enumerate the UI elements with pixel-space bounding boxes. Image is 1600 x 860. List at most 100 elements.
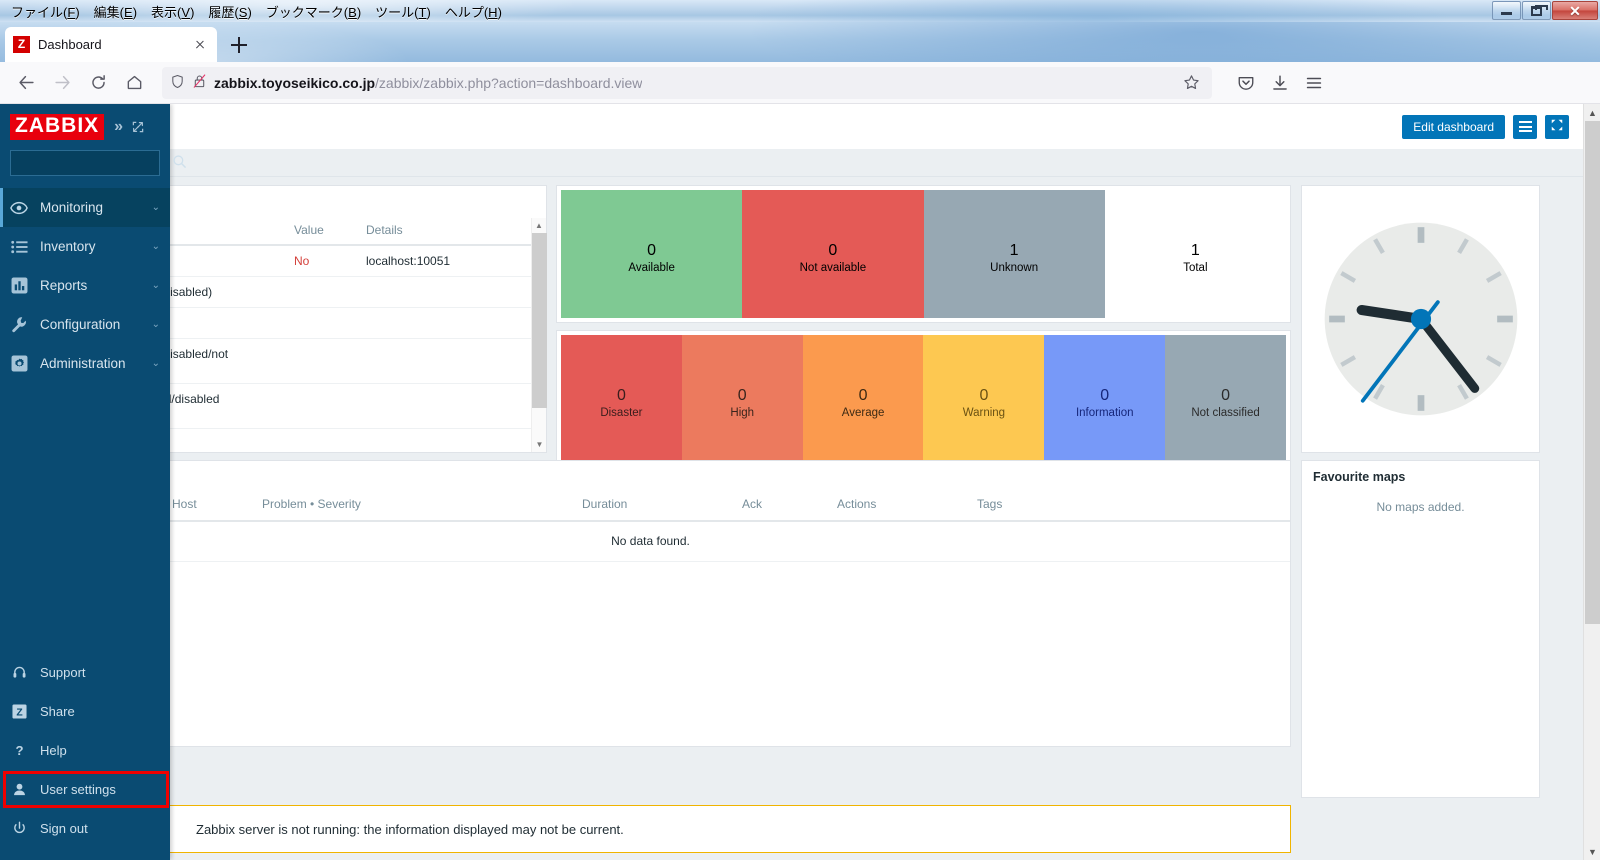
sidebar-item-share-label: Share <box>40 704 75 719</box>
server-warning-message: Zabbix server is not running: the inform… <box>10 805 1291 853</box>
col-duration[interactable]: Duration <box>576 491 736 521</box>
dashboard-header: Edit dashboard <box>0 104 1583 149</box>
home-button[interactable] <box>118 67 150 99</box>
page-scrollbar[interactable]: ▲ ▼ <box>1583 104 1600 860</box>
window-controls[interactable]: ✕ <box>1492 1 1598 20</box>
tile-information[interactable]: 0 Information <box>1044 335 1165 463</box>
bookmark-star-icon[interactable] <box>1178 70 1204 96</box>
sidebar-hide-icon[interactable] <box>131 120 145 134</box>
search-icon[interactable] <box>172 154 187 172</box>
page-scroll-down-icon[interactable]: ▼ <box>1584 843 1600 860</box>
col-ack[interactable]: Ack <box>736 491 831 521</box>
tile-not-classified[interactable]: 0 Not classified <box>1165 335 1286 463</box>
browser-tab-title: Dashboard <box>38 37 183 52</box>
widget-host-availability: 0 Available 0 Not available 1 Unknown 1 … <box>556 185 1291 323</box>
url-text: zabbix.toyoseikico.co.jp/zabbix/zabbix.p… <box>214 75 642 91</box>
menu-item-file-accel: F <box>67 5 75 20</box>
menu-item-view[interactable]: 表示(V) <box>144 0 201 22</box>
new-tab-button[interactable] <box>228 34 250 56</box>
chevron-down-icon[interactable]: ⌄ <box>152 241 160 252</box>
sidebar-collapse-icon[interactable]: » <box>114 118 121 136</box>
reload-button[interactable] <box>82 67 114 99</box>
url-domain: zabbix.toyoseikico.co.jp <box>214 75 375 91</box>
app-menu-icon[interactable] <box>1298 67 1330 99</box>
power-icon <box>10 821 28 836</box>
menu-item-file[interactable]: ファイル(F) <box>4 0 87 22</box>
chevron-down-icon[interactable]: ⌄ <box>152 319 160 330</box>
eye-icon <box>10 201 28 215</box>
sidebar-search-box[interactable] <box>10 150 160 176</box>
pocket-icon[interactable] <box>1230 67 1262 99</box>
col-actions[interactable]: Actions <box>831 491 971 521</box>
page-scroll-up-icon[interactable]: ▲ <box>1584 104 1600 121</box>
sidebar-item-user-settings-label: User settings <box>40 782 116 797</box>
sidebar-item-inventory[interactable]: Inventory ⌄ <box>0 227 170 266</box>
tile-total[interactable]: 1 Total <box>1105 190 1286 318</box>
insecure-lock-icon[interactable] <box>192 73 207 92</box>
sidebar-nav: Monitoring ⌄ Inventory ⌄ Reports ⌄ <box>0 188 170 383</box>
tile-average[interactable]: 0 Average <box>803 335 924 463</box>
sidebar-item-administration[interactable]: Administration ⌄ <box>0 344 170 383</box>
sidebar-item-help[interactable]: ? Help <box>0 731 170 770</box>
tile-not-available[interactable]: 0 Not available <box>742 190 923 318</box>
sidebar-item-support[interactable]: Support <box>0 653 170 692</box>
sidebar-search-wrapper <box>0 150 170 186</box>
tile-count: 0 <box>1100 385 1109 407</box>
col-value: Value <box>286 218 358 245</box>
tile-count: 0 <box>647 240 656 262</box>
browser-tabstrip: Z Dashboard <box>0 22 1600 62</box>
dashboard-actions-menu-button[interactable] <box>1513 115 1537 139</box>
tile-label: Disaster <box>600 407 642 419</box>
window-minimize-button[interactable] <box>1492 1 1521 20</box>
col-tags[interactable]: Tags <box>971 491 1290 521</box>
window-close-button[interactable]: ✕ <box>1552 1 1598 20</box>
tile-label: Not available <box>800 262 866 274</box>
address-bar[interactable]: zabbix.toyoseikico.co.jp/zabbix/zabbix.p… <box>162 67 1212 99</box>
menu-item-history-label: 履歴 <box>208 5 234 20</box>
scroll-up-icon[interactable]: ▲ <box>532 218 546 233</box>
tile-unknown[interactable]: 1 Unknown <box>924 190 1105 318</box>
system-information-scrollbar[interactable]: ▲ ▼ <box>531 218 546 452</box>
bar-chart-icon <box>10 277 28 294</box>
table-header-row: Time ▼ Info Host Problem • Severity Dura… <box>11 491 1290 521</box>
tab-close-icon[interactable] <box>191 36 209 54</box>
table-row-empty: No data found. <box>11 521 1290 562</box>
tile-disaster[interactable]: 0 Disaster <box>561 335 682 463</box>
sidebar-item-user-settings[interactable]: User settings <box>0 770 170 809</box>
hamburger-icon <box>1519 119 1532 134</box>
forward-button[interactable] <box>46 67 78 99</box>
downloads-icon[interactable] <box>1264 67 1296 99</box>
window-restore-button[interactable] <box>1522 1 1551 20</box>
zabbix-logo[interactable]: ZABBIX <box>10 114 104 139</box>
edit-dashboard-button[interactable]: Edit dashboard <box>1402 115 1505 139</box>
menu-item-edit-accel: E <box>124 5 133 20</box>
menu-item-edit[interactable]: 編集(E) <box>87 0 144 22</box>
minimize-icon <box>1501 12 1512 15</box>
scrollbar-thumb[interactable] <box>532 233 547 408</box>
sidebar-item-sign-out[interactable]: Sign out <box>0 809 170 848</box>
back-button[interactable] <box>10 67 42 99</box>
sidebar-item-share[interactable]: Z Share <box>0 692 170 731</box>
page-scrollbar-thumb[interactable] <box>1585 121 1600 624</box>
search-input[interactable] <box>17 156 172 170</box>
tile-high[interactable]: 0 High <box>682 335 803 463</box>
col-problem-severity[interactable]: Problem • Severity <box>256 491 576 521</box>
col-host[interactable]: Host <box>166 491 256 521</box>
menu-item-history[interactable]: 履歴(S) <box>201 0 258 22</box>
sidebar-item-configuration[interactable]: Configuration ⌄ <box>0 305 170 344</box>
scroll-down-icon[interactable]: ▼ <box>532 437 547 452</box>
tile-warning[interactable]: 0 Warning <box>923 335 1044 463</box>
menu-item-tools[interactable]: ツール(T) <box>368 0 438 22</box>
tile-label: Information <box>1076 407 1134 419</box>
chevron-down-icon[interactable]: ⌄ <box>152 202 160 213</box>
menu-item-bookmarks[interactable]: ブックマーク(B) <box>259 0 368 22</box>
browser-menubar[interactable]: ファイル(F) 編集(E) 表示(V) 履歴(S) ブックマーク(B) ツール(… <box>0 0 1600 22</box>
menu-item-help[interactable]: ヘルプ(H) <box>438 0 509 22</box>
sidebar-item-monitoring[interactable]: Monitoring ⌄ <box>0 188 170 227</box>
tile-available[interactable]: 0 Available <box>561 190 742 318</box>
sidebar-item-reports[interactable]: Reports ⌄ <box>0 266 170 305</box>
browser-tab-dashboard[interactable]: Z Dashboard <box>5 27 217 62</box>
chevron-down-icon[interactable]: ⌄ <box>152 280 160 291</box>
kiosk-mode-button[interactable] <box>1545 115 1569 139</box>
chevron-down-icon[interactable]: ⌄ <box>152 358 160 369</box>
